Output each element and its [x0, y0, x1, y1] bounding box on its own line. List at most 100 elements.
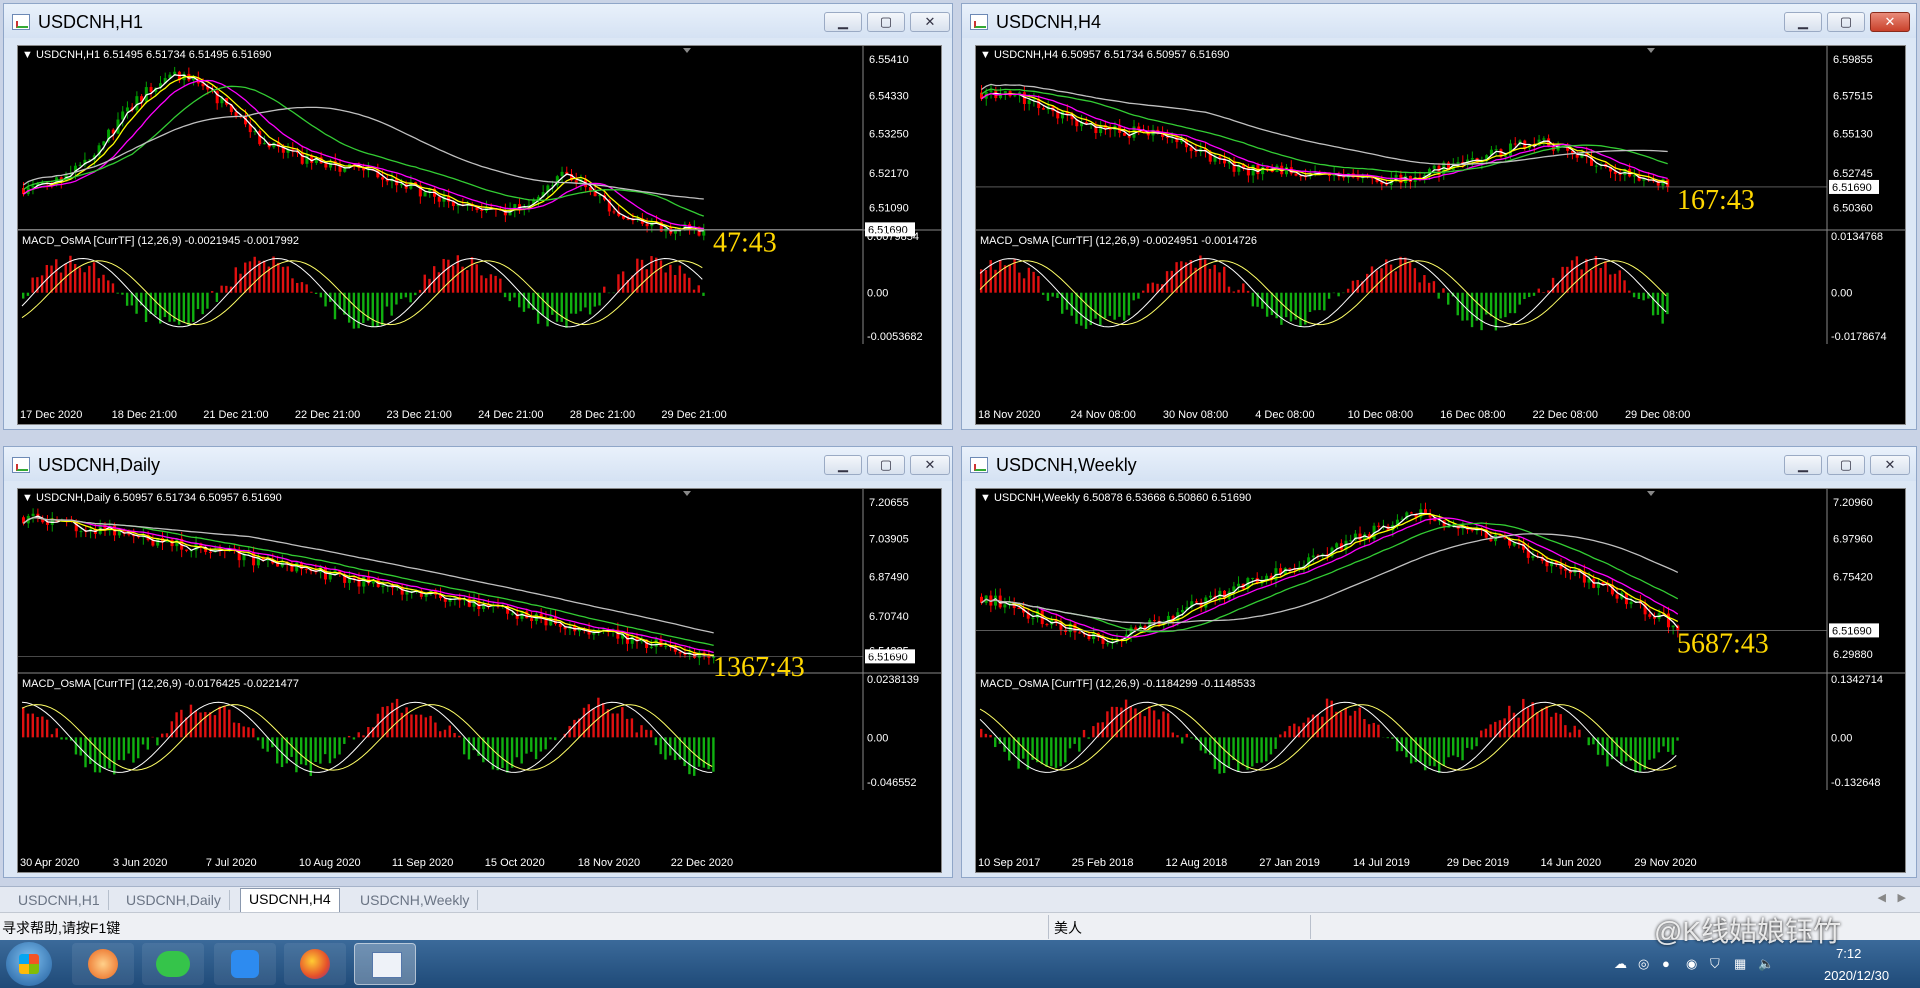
taskbar-app-orange[interactable] [72, 943, 134, 985]
candle-body [127, 533, 131, 535]
macd-histogram-bar [98, 737, 102, 773]
macd-histogram-bar [1037, 276, 1040, 293]
macd-histogram-bar [1040, 737, 1044, 765]
chart-canvas[interactable]: ▼ USDCNH,H4 6.50957 6.51734 6.50957 6.51… [975, 45, 1906, 425]
minimize-button[interactable]: ▁ [1784, 12, 1822, 32]
minimize-button[interactable]: ▁ [824, 455, 862, 475]
tab-scroll-left-icon[interactable]: ◀ [1878, 891, 1886, 904]
macd-histogram-bar [1475, 737, 1478, 747]
macd-histogram-bar [1356, 279, 1359, 293]
macd-histogram-bar [1408, 262, 1412, 293]
title-bar[interactable]: USDCNH,Daily ▁ ▢ ✕ [4, 447, 952, 481]
tab-usdcnh-h1[interactable]: USDCNH,H1 [10, 890, 109, 910]
macd-histogram-bar [683, 273, 686, 293]
bar-countdown-timer: 167:43 [1677, 185, 1755, 216]
close-button[interactable]: ✕ [910, 455, 950, 475]
macd-histogram-bar [1526, 707, 1530, 738]
taskbar-trading-terminal[interactable] [354, 943, 416, 985]
macd-scale-label: -0.132648 [1831, 777, 1881, 789]
status-divider [1310, 915, 1311, 939]
maximize-button[interactable]: ▢ [1827, 12, 1865, 32]
tray-wechat-icon[interactable]: ● [1662, 956, 1670, 971]
tray-cloud-icon[interactable]: ☁ [1614, 956, 1627, 972]
chart-window-daily[interactable]: USDCNH,Daily ▁ ▢ ✕ ▼ USDCNH,Daily 6.5095… [3, 446, 953, 878]
macd-histogram-bar [22, 292, 25, 299]
chart-canvas[interactable]: ▼ USDCNH,Weekly 6.50878 6.53668 6.50860 … [975, 488, 1906, 873]
candle-body [262, 143, 266, 145]
time-axis-label: 29 Nov 2020 [1634, 857, 1696, 869]
close-button[interactable]: ✕ [910, 12, 950, 32]
macd-histogram-bar [1578, 729, 1581, 738]
taskbar-firefox[interactable] [284, 943, 346, 985]
macd-histogram-bar [1289, 292, 1293, 322]
chart-window-h4[interactable]: USDCNH,H4 ▁ ▢ ✕ ▼ USDCNH,H4 6.50957 6.51… [961, 3, 1917, 430]
candle-body [1294, 173, 1298, 176]
candle-body [381, 585, 385, 587]
tray-chat-icon[interactable]: ◉ [1686, 956, 1697, 972]
macd-histogram-bar [1059, 737, 1062, 767]
macd-histogram-bar [1166, 713, 1170, 738]
macd-histogram-bar [1456, 737, 1460, 758]
time-axis-label: 15 Oct 2020 [485, 857, 545, 869]
macd-histogram-bar [111, 283, 115, 293]
macd-histogram-bar [215, 292, 219, 302]
maximize-button[interactable]: ▢ [867, 455, 905, 475]
chart-canvas[interactable]: ▼ USDCNH,Daily 6.50957 6.51734 6.50957 6… [17, 488, 942, 873]
chart-window-h1[interactable]: USDCNH,H1 ▁ ▢ ✕ ▼ USDCNH,H1 6.51495 6.51… [3, 3, 953, 430]
macd-histogram-bar [107, 280, 110, 293]
minimize-button[interactable]: ▁ [824, 12, 862, 32]
clock-date[interactable]: 2020/12/30 [1824, 968, 1889, 983]
macd-histogram-bar [244, 262, 247, 293]
tab-scroll-right-icon[interactable]: ▶ [1898, 891, 1906, 904]
time-axis-label: 30 Apr 2020 [20, 857, 79, 869]
tab-usdcnh-h4[interactable]: USDCNH,H4 [240, 888, 340, 913]
macd-histogram-bar [1143, 716, 1146, 738]
tray-shield-icon[interactable]: ⛉ [1710, 956, 1720, 972]
maximize-button[interactable]: ▢ [1827, 455, 1865, 475]
chart-canvas[interactable]: ▼ USDCNH,H1 6.51495 6.51734 6.51495 6.51… [17, 45, 942, 425]
close-button[interactable]: ✕ [1870, 12, 1910, 32]
tab-usdcnh-weekly[interactable]: USDCNH,Weekly [352, 890, 479, 910]
moving-average-line [981, 512, 1679, 644]
close-button[interactable]: ✕ [1870, 455, 1910, 475]
title-bar[interactable]: USDCNH,Weekly ▁ ▢ ✕ [962, 447, 1916, 481]
macd-histogram-bar [146, 737, 150, 750]
candle-body [1342, 176, 1346, 178]
macd-histogram-bar [405, 707, 408, 738]
macd-histogram-bar [688, 277, 691, 293]
macd-histogram-bar [1609, 274, 1612, 293]
macd-histogram-bar [362, 735, 365, 738]
macd-histogram-bar [1237, 737, 1240, 772]
macd-histogram-bar [1528, 292, 1531, 298]
candle-body [1208, 595, 1212, 598]
macd-histogram-bar [362, 292, 365, 324]
tray-network-icon[interactable]: ▦ [1734, 956, 1746, 972]
candle-body [1531, 555, 1535, 558]
tray-app-icon[interactable]: ◎ [1638, 956, 1649, 972]
macd-histogram-bar [381, 706, 384, 738]
minimize-button[interactable]: ▁ [1784, 455, 1822, 475]
macd-histogram-bar [1255, 737, 1259, 764]
title-bar[interactable]: USDCNH,H4 ▁ ▢ ✕ [962, 4, 1916, 38]
macd-histogram-bar [154, 292, 157, 316]
macd-histogram-bar [1399, 256, 1402, 293]
macd-histogram-bar [1523, 292, 1526, 300]
taskbar-notes[interactable] [214, 943, 276, 985]
maximize-button[interactable]: ▢ [867, 12, 905, 32]
bar-countdown-timer: 1367:43 [713, 652, 805, 683]
tab-usdcnh-daily[interactable]: USDCNH,Daily [118, 890, 230, 910]
tray-volume-icon[interactable]: 🔈 [1758, 956, 1774, 972]
current-price-label: 6.51690 [1832, 182, 1872, 194]
macd-histogram-bar [1246, 290, 1250, 293]
title-bar[interactable]: USDCNH,H1 ▁ ▢ ✕ [4, 4, 952, 38]
macd-histogram-bar [999, 259, 1002, 293]
wechat-icon [156, 951, 190, 977]
taskbar-wechat[interactable] [142, 943, 204, 985]
macd-histogram-bar [673, 274, 677, 293]
candle-body [1108, 129, 1112, 131]
chart-window-weekly[interactable]: USDCNH,Weekly ▁ ▢ ✕ ▼ USDCNH,Weekly 6.50… [961, 446, 1917, 878]
macd-scale-label: 0.00 [1831, 732, 1852, 744]
start-button[interactable] [6, 942, 52, 986]
macd-histogram-bar [83, 272, 86, 293]
clock-time[interactable]: 7:12 [1836, 946, 1861, 961]
